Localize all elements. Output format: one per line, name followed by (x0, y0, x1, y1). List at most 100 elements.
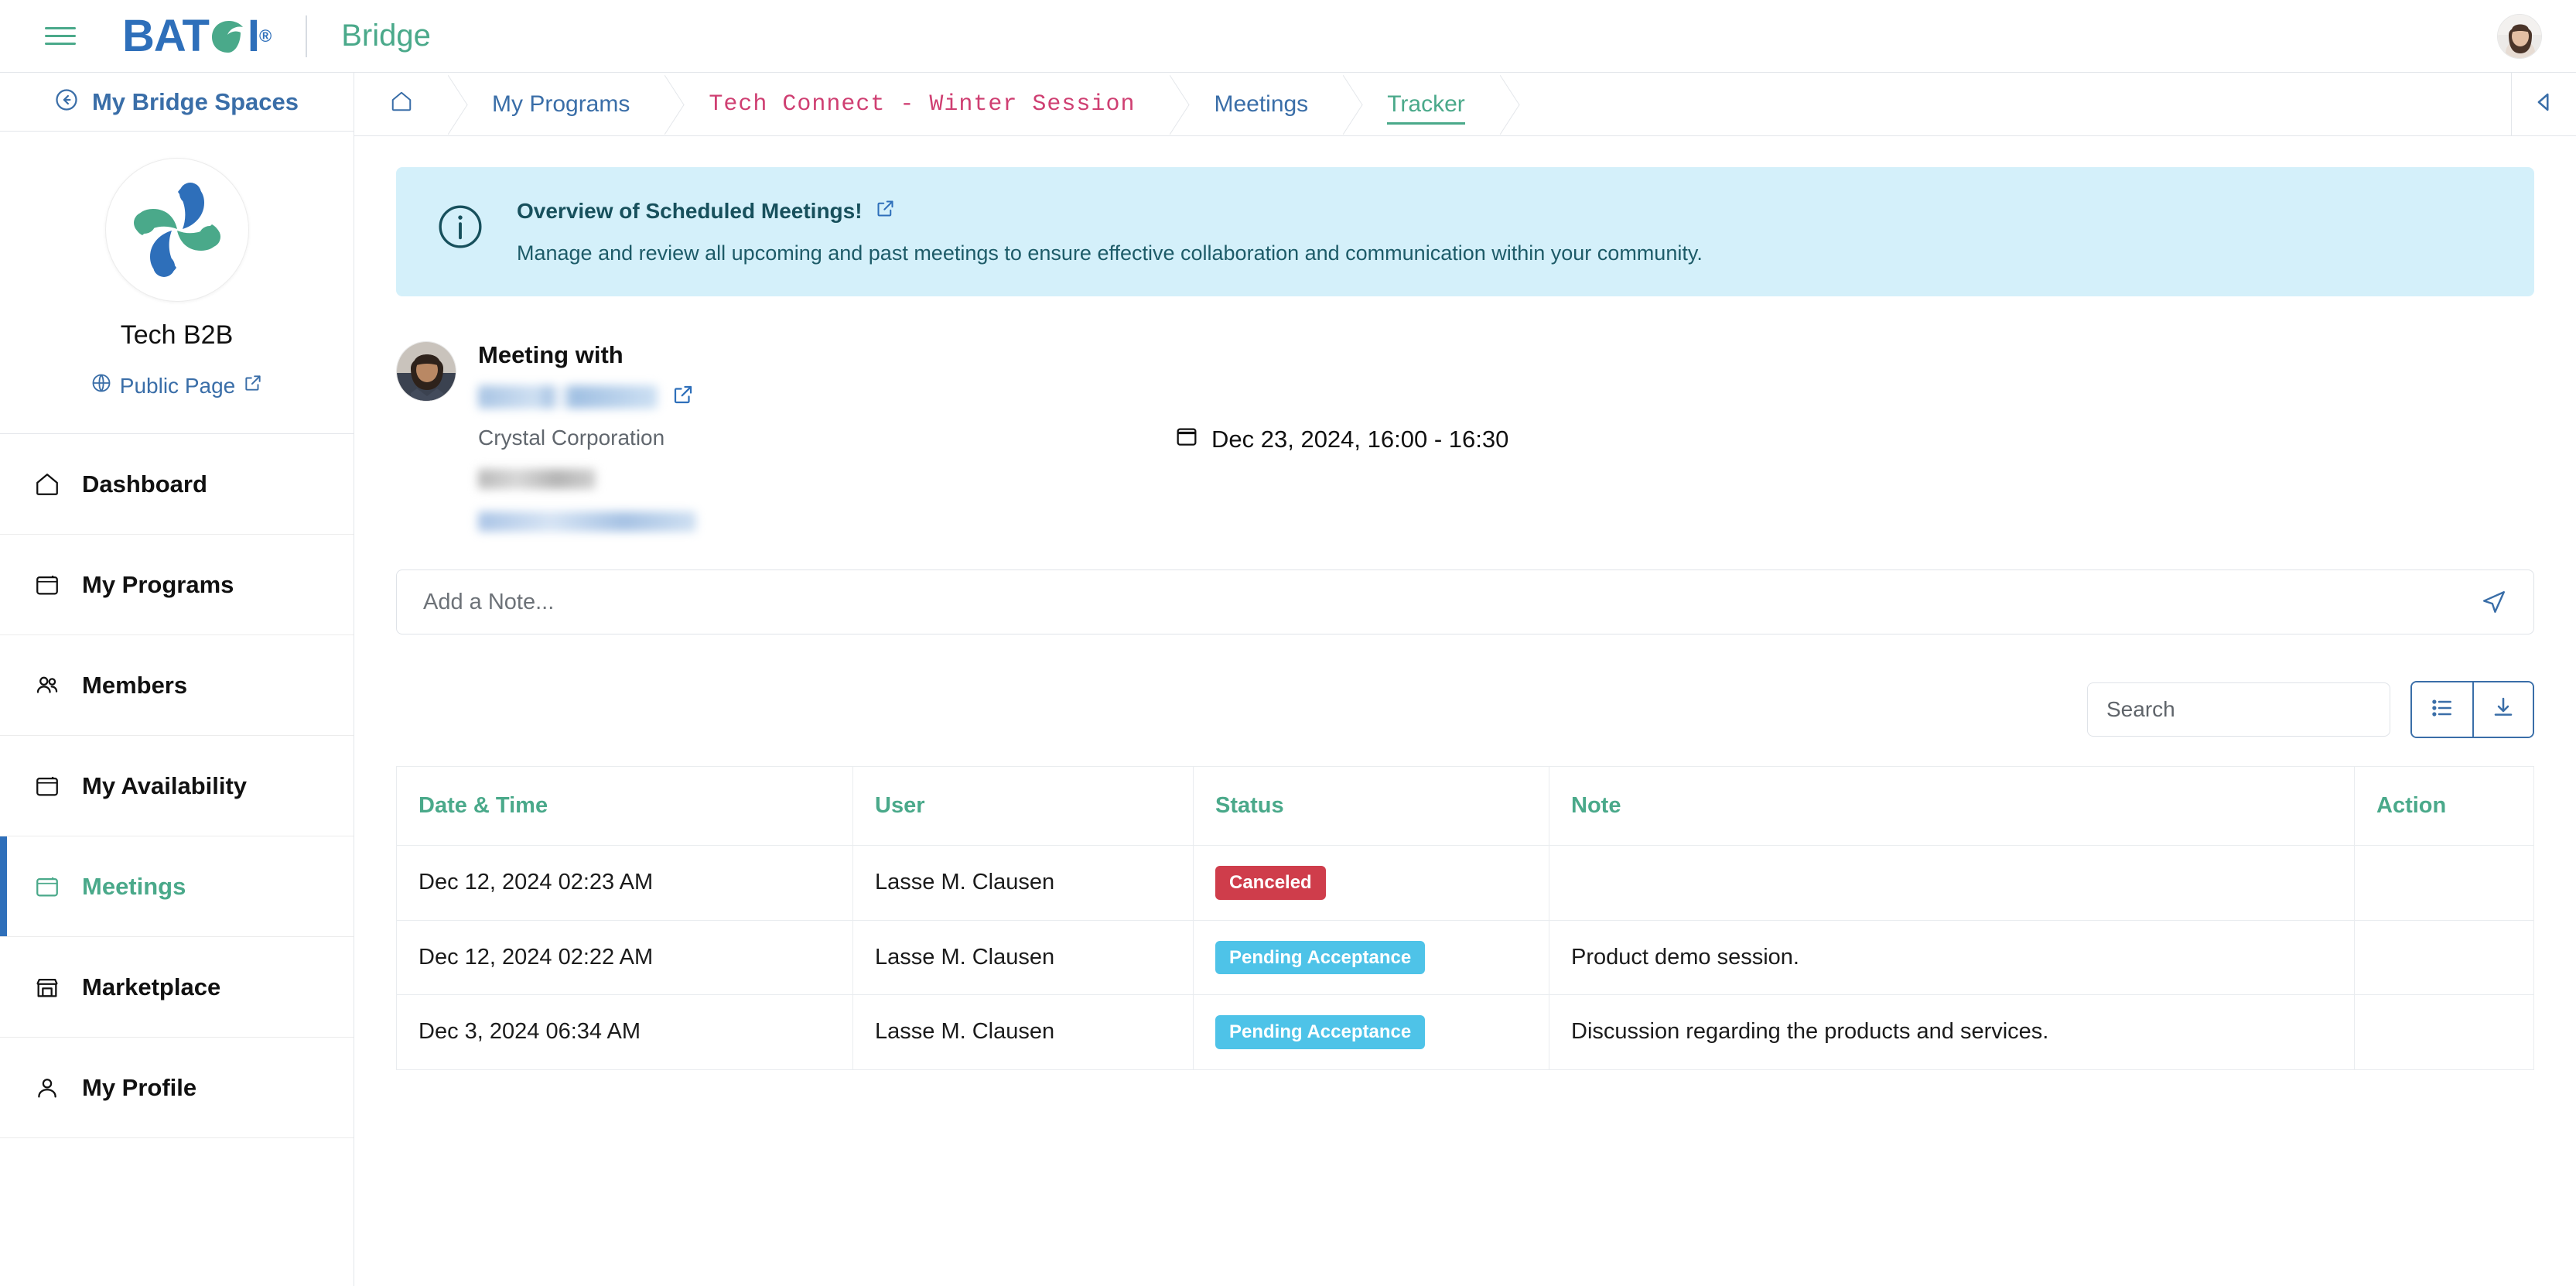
meeting-datetime-text: Dec 23, 2024, 16:00 - 16:30 (1211, 425, 1509, 453)
collapse-panel-button[interactable] (2511, 73, 2576, 135)
batoi-logo[interactable]: BAT I ® (122, 10, 272, 62)
active-underline (1387, 122, 1465, 125)
header-divider (306, 15, 308, 57)
breadcrumb: My Programs Tech Connect - Winter Sessio… (354, 73, 2576, 136)
sidebar-item-label: My Profile (82, 1073, 197, 1101)
table-head: Date & Time User Status Note Action (396, 766, 2534, 846)
add-note-box[interactable] (396, 569, 2534, 634)
banner-description: Manage and review all upcoming and past … (517, 241, 1703, 265)
avatar[interactable] (2497, 14, 2542, 59)
cell-status: Pending Acceptance (1193, 994, 1549, 1070)
breadcrumb-meetings[interactable]: Meetings (1170, 73, 1344, 135)
column-header-action[interactable]: Action (2354, 766, 2534, 846)
sidebar-item-dashboard[interactable]: Dashboard (0, 434, 354, 535)
breadcrumb-my-programs[interactable]: My Programs (449, 73, 665, 135)
sidebar-item-my-availability[interactable]: My Availability (0, 736, 354, 836)
space-header: Tech B2B Public Page (0, 132, 354, 434)
cell-action (2354, 994, 2534, 1070)
meeting-details: Meeting with Crystal Corporation Dec 23,… (396, 296, 2534, 535)
breadcrumb-label: Tracker (1387, 91, 1465, 117)
sidebar-item-label: My Programs (82, 570, 234, 598)
external-link-icon[interactable] (875, 198, 896, 224)
sidebar-item-label: Meetings (82, 872, 186, 900)
sidebar-item-marketplace[interactable]: Marketplace (0, 937, 354, 1038)
sidebar-item-meetings[interactable]: Meetings (0, 836, 354, 937)
search-input[interactable] (2087, 682, 2390, 737)
page-content: Overview of Scheduled Meetings! Manage a… (354, 136, 2576, 1070)
breadcrumb-home[interactable] (354, 73, 449, 135)
chevron-left-icon (2531, 89, 2557, 119)
main-area: My Programs Tech Connect - Winter Sessio… (354, 73, 2576, 1286)
column-header-date-time[interactable]: Date & Time (396, 766, 853, 846)
external-link-icon[interactable] (671, 383, 695, 410)
info-banner: Overview of Scheduled Meetings! Manage a… (396, 167, 2534, 296)
info-circle-icon (436, 203, 484, 255)
person-icon (32, 1073, 62, 1103)
cell-note: Product demo session. (1549, 919, 2355, 996)
add-note-input[interactable] (423, 589, 2465, 615)
sidebar-empty-area (0, 1138, 354, 1286)
store-icon (32, 973, 62, 1002)
breadcrumb-program[interactable]: Tech Connect - Winter Session (665, 73, 1170, 135)
home-icon (390, 90, 413, 119)
cell-status: Pending Acceptance (1193, 919, 1549, 996)
cell-date-time: Dec 12, 2024 02:23 AM (396, 845, 853, 921)
sidebar-item-label: My Availability (82, 771, 248, 799)
column-header-user[interactable]: User (852, 766, 1194, 846)
column-header-status[interactable]: Status (1193, 766, 1549, 846)
sidebar-item-label: Marketplace (82, 973, 221, 1000)
sidebar-item-my-programs[interactable]: My Programs (0, 535, 354, 635)
back-arrow-icon (55, 88, 78, 115)
table-row[interactable]: Dec 12, 2024 02:23 AM Lasse M. Clausen C… (396, 845, 2534, 921)
logo-text-left: BAT (122, 11, 210, 61)
column-header-note[interactable]: Note (1549, 766, 2355, 846)
sidebar-item-label: Dashboard (82, 470, 207, 498)
sidebar-item-members[interactable]: Members (0, 635, 354, 736)
sidebar-item-label: Members (82, 671, 188, 699)
body-layout: My Bridge Spaces Tech B2B Public Page Da… (0, 73, 2576, 1286)
breadcrumb-label: Tech Connect - Winter Session (709, 91, 1136, 118)
calendar-icon (32, 771, 62, 801)
status-badge: Pending Acceptance (1215, 940, 1426, 975)
external-link-icon (243, 373, 263, 398)
hamburger-icon[interactable] (45, 24, 76, 49)
attendee-name-redacted (478, 385, 658, 409)
globe-icon (91, 372, 112, 399)
table-body: Dec 12, 2024 02:23 AM Lasse M. Clausen C… (396, 845, 2534, 1070)
logo-text-right: I (247, 11, 260, 61)
table-row[interactable]: Dec 3, 2024 06:34 AM Lasse M. Clausen Pe… (396, 994, 2534, 1070)
cell-action (2354, 845, 2534, 921)
banner-title: Overview of Scheduled Meetings! (517, 199, 863, 223)
cell-user: Lasse M. Clausen (852, 919, 1194, 996)
public-page-link[interactable]: Public Page (91, 372, 263, 399)
cell-user: Lasse M. Clausen (852, 845, 1194, 921)
cell-date-time: Dec 12, 2024 02:22 AM (396, 919, 853, 996)
attendee-email-redacted (478, 511, 696, 532)
app-name: Bridge (341, 19, 431, 53)
table-header-row: Date & Time User Status Note Action (396, 766, 2534, 846)
cell-user: Lasse M. Clausen (852, 994, 1194, 1070)
users-icon (32, 671, 62, 700)
back-to-bridge-spaces[interactable]: My Bridge Spaces (0, 73, 354, 132)
list-view-button[interactable] (2412, 682, 2472, 737)
back-label: My Bridge Spaces (91, 87, 299, 115)
cell-action (2354, 919, 2534, 996)
calendar-icon (32, 570, 62, 600)
table-row[interactable]: Dec 12, 2024 02:22 AM Lasse M. Clausen P… (396, 919, 2534, 996)
attendee-phone-row (478, 469, 1174, 493)
send-icon[interactable] (2465, 589, 2507, 615)
list-icon (2430, 696, 2455, 724)
sidebar-item-my-profile[interactable]: My Profile (0, 1038, 354, 1138)
breadcrumb-label: My Programs (492, 91, 630, 117)
attendee-avatar (396, 341, 456, 402)
banner-title-row: Overview of Scheduled Meetings! (517, 198, 1703, 224)
logo-leaf-icon (210, 19, 246, 54)
registered-mark: ® (259, 26, 272, 46)
breadcrumb-tracker[interactable]: Tracker (1344, 73, 1501, 135)
cell-note (1549, 845, 2355, 921)
attendee-info: Meeting with Crystal Corporation (478, 341, 1174, 535)
sidebar: My Bridge Spaces Tech B2B Public Page Da… (0, 73, 354, 1286)
attendee-email-row (478, 511, 1174, 535)
attendee-name-row (478, 383, 1174, 410)
download-button[interactable] (2472, 682, 2533, 737)
